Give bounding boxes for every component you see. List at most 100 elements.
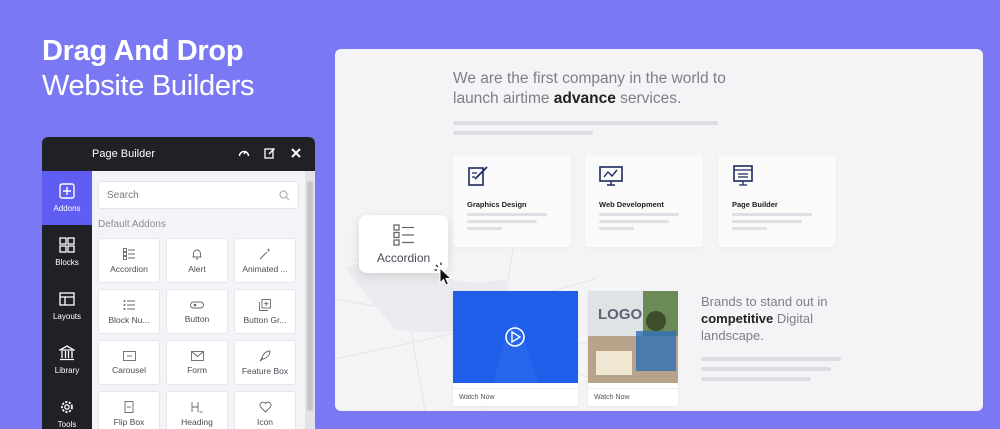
addon-label: Accordion xyxy=(110,263,148,274)
addons-grid: Accordion Alert Animated ... Block Nu...… xyxy=(98,238,299,429)
hero-title-line1: Drag And Drop xyxy=(42,35,244,67)
placeholder-line xyxy=(467,227,502,230)
sidebar-item-label: Tools xyxy=(57,420,77,429)
service-card[interactable]: Graphics Design xyxy=(453,155,571,247)
addon-icon[interactable]: Icon xyxy=(234,391,296,429)
section-label: Default Addons xyxy=(98,219,166,230)
placeholder-line xyxy=(599,213,679,216)
placeholder-line xyxy=(701,357,841,361)
addon-alert[interactable]: Alert xyxy=(166,238,228,283)
video-card[interactable]: LOGO Watch Now xyxy=(588,291,678,406)
page-builder-panel: Page Builder Addons Blocks Layouts Libra… xyxy=(42,137,315,429)
sidebar-item-blocks[interactable]: Blocks xyxy=(42,225,92,279)
envelope-icon xyxy=(190,350,204,361)
addon-label: Heading xyxy=(181,416,213,427)
heart-icon xyxy=(259,401,271,413)
addon-label: Icon xyxy=(256,416,274,427)
panel-scrollbar[interactable] xyxy=(305,171,315,429)
search-box xyxy=(98,181,299,209)
rocket-icon xyxy=(259,350,271,361)
addon-button-group[interactable]: Button Gr... xyxy=(234,289,296,334)
addon-carousel[interactable]: Carousel xyxy=(98,340,160,385)
search-input[interactable] xyxy=(107,189,257,201)
service-card[interactable]: Page Builder xyxy=(718,155,836,247)
service-title: Page Builder xyxy=(732,200,778,209)
video-caption[interactable]: Watch Now xyxy=(453,388,578,406)
carousel-icon xyxy=(122,350,136,361)
close-icon[interactable] xyxy=(289,146,303,160)
page-builder-icon xyxy=(733,165,753,186)
logo-photo-thumbnail[interactable]: LOGO xyxy=(588,291,678,383)
addon-block-number[interactable]: Block Nu... xyxy=(98,289,160,334)
video-caption[interactable]: Watch Now xyxy=(588,388,678,406)
mouse-cursor-icon xyxy=(434,262,453,286)
library-icon xyxy=(59,345,75,361)
panel-header: Page Builder xyxy=(42,137,315,171)
addon-form[interactable]: Form xyxy=(166,340,228,385)
addon-label: Block Nu... xyxy=(108,314,150,325)
blocks-icon xyxy=(59,237,75,253)
sidebar-item-addons[interactable]: Addons xyxy=(42,171,92,225)
graphics-design-icon xyxy=(468,166,488,186)
addon-animated[interactable]: Animated ... xyxy=(234,238,296,283)
plus-square-icon xyxy=(59,183,75,199)
site-headline-mid: launch airtime xyxy=(453,90,554,107)
scrollbar-thumb[interactable] xyxy=(307,181,313,411)
addon-button[interactable]: Button xyxy=(166,289,228,334)
dragged-addon-label: Accordion xyxy=(376,250,431,265)
brands-line3: landscape. xyxy=(701,328,764,343)
brands-line1: Brands to stand out in xyxy=(701,294,828,309)
edit-icon[interactable] xyxy=(263,146,277,160)
addon-accordion[interactable]: Accordion xyxy=(98,238,160,283)
site-headline-post: services. xyxy=(615,90,682,107)
sidebar-item-label: Addons xyxy=(53,204,81,213)
video-card[interactable]: Watch Now xyxy=(453,291,578,406)
sidebar-item-label: Layouts xyxy=(52,312,82,321)
sidebar-item-label: Library xyxy=(54,366,80,375)
addon-label: Animated ... xyxy=(242,263,288,274)
hero-title-line2: Website Builders xyxy=(42,70,255,102)
placeholder-line xyxy=(732,227,767,230)
block-number-icon xyxy=(123,299,135,310)
accordion-icon xyxy=(123,247,135,260)
sidebar-item-library[interactable]: Library xyxy=(42,333,92,387)
placeholder-line xyxy=(467,220,537,223)
placeholder-line xyxy=(453,121,718,125)
magic-wand-icon xyxy=(259,248,270,259)
placeholder-line xyxy=(599,220,669,223)
video-thumbnail[interactable] xyxy=(453,291,578,383)
addon-label: Form xyxy=(187,364,207,375)
hero-title: Drag And Drop Website Builders xyxy=(42,34,255,104)
addon-label: Button xyxy=(184,313,210,324)
service-title: Graphics Design xyxy=(467,200,527,209)
service-title: Web Development xyxy=(599,200,664,209)
sidebar-item-tools[interactable]: Tools xyxy=(42,387,92,429)
addon-heading[interactable]: Heading xyxy=(166,391,228,429)
addon-label: Alert xyxy=(188,263,206,274)
service-card[interactable]: Web Development xyxy=(585,155,703,247)
site-headline-line2: launch airtime advance services. xyxy=(453,89,726,109)
placeholder-line xyxy=(453,131,593,135)
addon-label: Feature Box xyxy=(241,365,289,376)
placeholder-line xyxy=(732,220,802,223)
photo-text: LOGO xyxy=(598,306,642,323)
site-headline-bold: advance xyxy=(553,90,616,107)
site-headline-line1: We are the first company in the world to xyxy=(453,70,726,87)
accordion-icon xyxy=(392,223,414,246)
panel-title: Page Builder xyxy=(92,148,155,160)
gear-icon xyxy=(61,401,73,413)
brands-line2: competitive Digital xyxy=(701,310,827,327)
placeholder-text xyxy=(453,121,718,141)
heading-icon xyxy=(191,401,203,412)
gauge-icon[interactable] xyxy=(237,146,251,160)
placeholder-text xyxy=(701,357,841,387)
placeholder-line xyxy=(701,377,811,381)
site-headline: We are the first company in the world to… xyxy=(453,69,726,109)
panel-sidebar: Addons Blocks Layouts Library Tools xyxy=(42,171,92,429)
search-icon[interactable] xyxy=(279,189,290,201)
addon-feature-box[interactable]: Feature Box xyxy=(234,340,296,385)
button-group-icon xyxy=(259,298,271,311)
addon-flip-box[interactable]: Flip Box xyxy=(98,391,160,429)
bell-icon xyxy=(192,249,202,260)
sidebar-item-layouts[interactable]: Layouts xyxy=(42,279,92,333)
